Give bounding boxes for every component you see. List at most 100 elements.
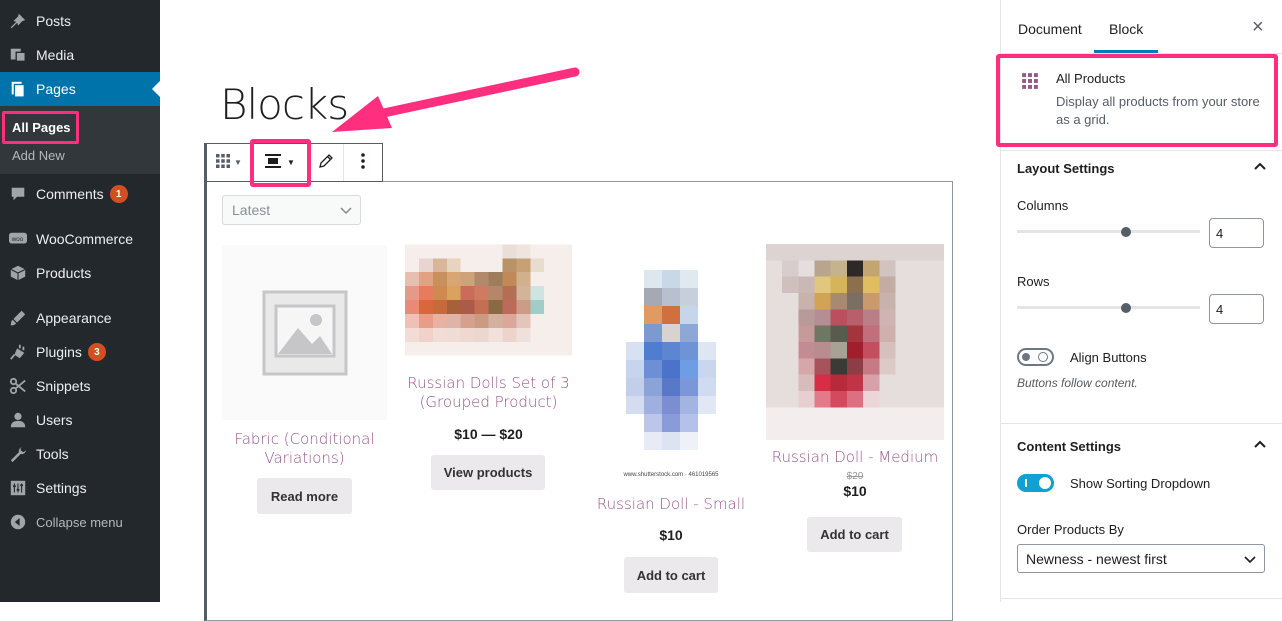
product-card: Russian Doll - Medium $20 $10 (766, 448, 944, 499)
menu-label: Appearance (36, 310, 112, 326)
product-name[interactable]: Russian Doll - Small (590, 495, 752, 514)
menu-snippets[interactable]: Snippets (0, 369, 160, 403)
align-buttons-toggle[interactable] (1017, 348, 1054, 366)
product-card: Russian Doll - Small $10 (590, 495, 752, 543)
rows-slider-thumb[interactable] (1121, 303, 1131, 313)
users-icon (8, 410, 28, 430)
menu-label: Plugins (36, 344, 82, 360)
product-image[interactable]: www.shutterstock.com · 461019565 (590, 250, 752, 484)
product-price: $10 — $20 (454, 426, 523, 442)
layout-settings-title[interactable]: Layout Settings (1017, 161, 1115, 176)
menu-label: Comments (36, 186, 104, 202)
sorting-dropdown-toggle[interactable] (1017, 474, 1054, 492)
menu-pages[interactable]: Pages (0, 72, 160, 106)
pixelated-photo (405, 244, 572, 356)
plugins-icon (8, 342, 28, 362)
menu-label: WooCommerce (36, 231, 133, 247)
admin-sidebar: Posts Media Pages All Pages Add New Comm… (0, 0, 160, 602)
columns-slider[interactable] (1017, 230, 1200, 233)
scissors-icon (8, 376, 28, 396)
menu-label: Snippets (36, 378, 91, 394)
pointer-arrow (332, 67, 580, 132)
image-watermark: www.shutterstock.com · 461019565 (623, 472, 719, 478)
products-icon (8, 263, 28, 283)
order-by-select[interactable]: Newness - newest first (1017, 544, 1265, 573)
menu-label: Tools (36, 446, 69, 462)
grid-icon (1021, 72, 1039, 95)
block-editor: Blocks ▼ ▼ Latest Fabric (Conditional Va… (160, 0, 1000, 621)
more-vertical-icon (360, 153, 365, 172)
menu-label: Collapse menu (36, 514, 123, 530)
pin-icon (8, 11, 28, 31)
chevron-down-icon (340, 202, 352, 221)
divider (1001, 423, 1282, 424)
wrench-icon (8, 444, 28, 464)
plugins-count-badge: 3 (87, 343, 106, 361)
block-title: All Products (1056, 71, 1126, 86)
menu-settings[interactable]: Settings (0, 471, 160, 505)
menu-label: Users (36, 412, 73, 428)
align-buttons-help: Buttons follow content. (1017, 376, 1138, 390)
columns-slider-thumb[interactable] (1121, 227, 1131, 237)
product-image[interactable] (405, 244, 572, 356)
rows-input[interactable]: 4 (1209, 294, 1264, 324)
settings-sidebar: Document Block × All Products Display al… (996, 0, 1282, 602)
submenu-add-new[interactable]: Add New (12, 148, 65, 163)
menu-posts[interactable]: Posts (0, 4, 160, 38)
edit-button[interactable] (309, 144, 344, 181)
chevron-up-icon[interactable] (1254, 161, 1266, 176)
divider (1001, 150, 1282, 151)
image-placeholder-icon (262, 290, 347, 375)
add-to-cart-button[interactable]: Add to cart (624, 557, 718, 593)
read-more-button[interactable]: Read more (257, 478, 352, 514)
pages-icon (8, 79, 28, 99)
product-price: $10 (659, 527, 683, 543)
menu-label: Pages (36, 81, 76, 97)
toggle-knob (1022, 353, 1030, 361)
product-old-price: $20 (846, 471, 864, 482)
placeholder-image[interactable] (222, 245, 387, 420)
view-products-button[interactable]: View products (431, 455, 545, 490)
woo-icon: woo (8, 229, 28, 249)
close-icon[interactable]: × (1252, 16, 1264, 39)
toggle-knob (1039, 477, 1051, 489)
collapse-icon (8, 512, 28, 532)
menu-media[interactable]: Media (0, 38, 160, 72)
comments-count-badge: 1 (109, 185, 128, 203)
menu-plugins[interactable]: Plugins 3 (0, 335, 160, 369)
sort-dropdown-value: Latest (232, 202, 271, 218)
product-name[interactable]: Russian Doll - Medium (766, 448, 944, 467)
menu-tools[interactable]: Tools (0, 437, 160, 471)
svg-text:woo: woo (11, 236, 24, 243)
chevron-down-icon (1244, 552, 1256, 568)
product-price: $10 (843, 483, 867, 499)
rows-label: Rows (1017, 274, 1050, 289)
columns-input[interactable]: 4 (1209, 218, 1264, 248)
sort-dropdown[interactable]: Latest (222, 195, 361, 225)
order-by-value: Newness - newest first (1026, 550, 1167, 567)
tab-block[interactable]: Block (1109, 21, 1143, 37)
menu-woocommerce[interactable]: woo WooCommerce (0, 222, 160, 256)
product-name[interactable]: Fabric (Conditional Variations) (222, 430, 387, 468)
menu-products[interactable]: Products (0, 256, 160, 290)
content-settings-title[interactable]: Content Settings (1017, 439, 1121, 454)
chevron-up-icon[interactable] (1254, 439, 1266, 454)
comments-icon (8, 184, 28, 204)
rows-slider[interactable] (1017, 306, 1200, 309)
menu-users[interactable]: Users (0, 403, 160, 437)
product-name[interactable]: Russian Dolls Set of 3 (Grouped Product) (405, 374, 572, 412)
menu-collapse[interactable]: Collapse menu (0, 505, 160, 539)
highlight-align-button (250, 139, 311, 187)
tab-document[interactable]: Document (1018, 21, 1082, 37)
menu-appearance[interactable]: Appearance (0, 301, 160, 335)
caret-down-icon: ▼ (234, 158, 242, 167)
product-image[interactable] (766, 244, 944, 440)
block-type-switcher[interactable]: ▼ (207, 144, 251, 181)
pencil-icon (319, 154, 333, 171)
highlight-all-pages (2, 111, 79, 144)
menu-comments[interactable]: Comments 1 (0, 177, 160, 211)
product-card: Fabric (Conditional Variations) (222, 245, 387, 468)
add-to-cart-button[interactable]: Add to cart (807, 517, 902, 552)
menu-label: Products (36, 265, 92, 281)
more-options-button[interactable] (344, 144, 381, 181)
